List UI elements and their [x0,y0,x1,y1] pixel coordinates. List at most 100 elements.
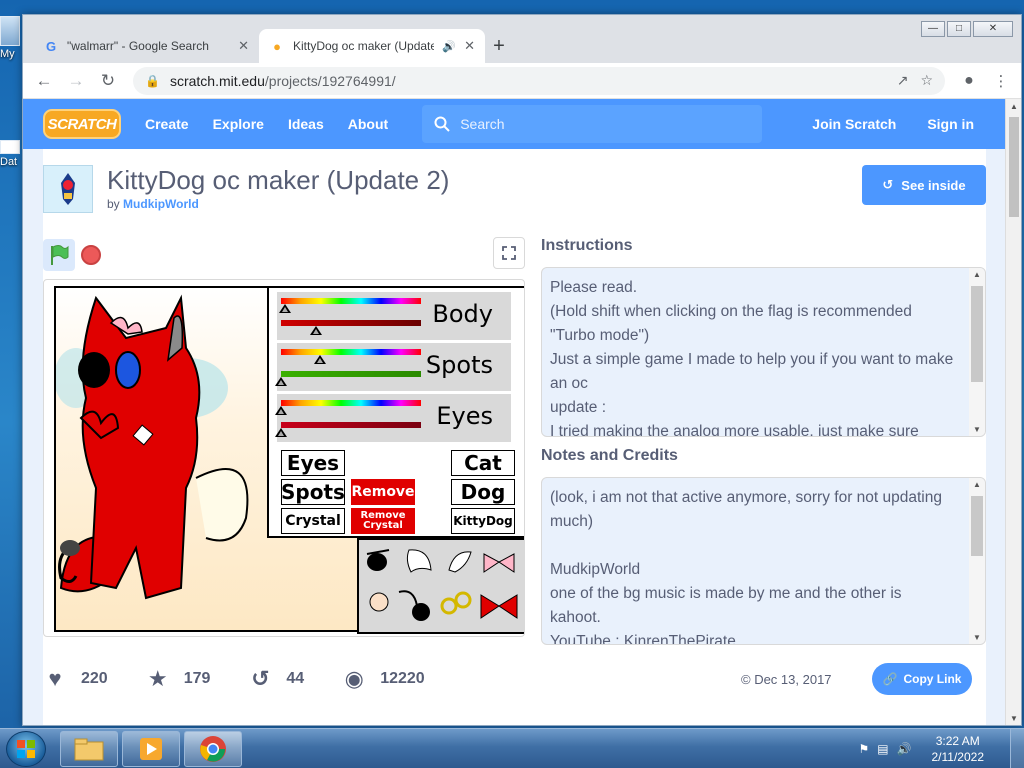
see-inside-button[interactable]: ↺ See inside [862,165,986,205]
tab-bar: G "walmarr" - Google Search ✕ ● KittyDog… [23,15,1021,63]
white-wings-icon[interactable] [448,551,472,573]
start-button[interactable] [6,731,46,767]
crystal-option-button[interactable]: Crystal [281,508,345,534]
forward-button[interactable]: → [63,68,89,94]
nav-about[interactable]: About [348,116,388,132]
desktop-icon-my-computer[interactable]: My [0,16,22,60]
sign-in-link[interactable]: Sign in [927,116,974,132]
cat-option-button[interactable]: Cat [451,450,515,476]
kittydog-option-button[interactable]: KittyDog [451,508,515,534]
shade-knob[interactable] [275,377,287,386]
eye-icon: ◉ [344,666,364,691]
notes-box[interactable]: (look, i am not that active anymore, sor… [541,477,986,645]
heart-icon[interactable]: ♥ [43,666,67,691]
share-icon[interactable]: ↗ [897,72,909,89]
green-flag-button[interactable] [43,239,75,271]
scrollbar-thumb[interactable] [1009,117,1019,217]
hue-knob[interactable] [279,304,292,313]
scroll-down-icon[interactable]: ▼ [969,425,985,434]
close-tab-icon[interactable]: ✕ [464,38,475,54]
red-bow-icon[interactable] [480,594,518,619]
back-button[interactable]: ← [31,68,57,94]
scroll-up-icon[interactable]: ▲ [1006,99,1021,115]
project-byline: by MudkipWorld [107,197,199,211]
love-stat[interactable]: ♥ 220 [43,666,107,691]
favorite-stat[interactable]: ★ 179 [146,666,211,691]
nav-create[interactable]: Create [145,116,189,132]
reload-button[interactable]: ↻ [95,68,121,94]
hue-knob[interactable] [314,355,327,364]
copy-link-button[interactable]: 🔗 Copy Link [872,663,972,695]
project-thumbnail[interactable] [43,165,93,213]
browser-menu-icon[interactable]: ⋮ [989,72,1013,90]
shade-knob[interactable] [310,326,322,335]
nav-explore[interactable]: Explore [213,116,264,132]
lock-icon[interactable]: 🔒 [145,74,160,88]
minimize-button[interactable]: — [921,21,945,37]
star-icon[interactable]: ★ [146,666,170,691]
stop-button[interactable] [81,245,101,265]
close-button[interactable]: ✕ [973,21,1013,37]
profile-avatar-icon[interactable]: ● [957,72,981,90]
scroll-down-icon[interactable]: ▼ [1006,711,1021,725]
tab-google-search[interactable]: G "walmarr" - Google Search ✕ [33,29,259,63]
scrollbar-thumb[interactable] [971,496,983,556]
instructions-scrollbar[interactable]: ▲ ▼ [969,268,985,436]
network-icon[interactable]: ▤ [877,742,888,756]
new-tab-button[interactable]: + [485,29,513,63]
spots-option-button[interactable]: Spots [281,479,345,505]
scratch-search[interactable] [422,105,763,143]
remove-button[interactable]: Remove [351,479,415,505]
kittydog-character-image[interactable] [56,288,266,628]
shade-track[interactable] [281,422,421,428]
project-stage[interactable]: Body Spots Eyes Eyes Spots Crystal Remov… [43,279,525,637]
maximize-button[interactable]: □ [947,21,971,37]
taskbar-media-player[interactable] [122,731,180,767]
glasses-icon[interactable] [440,591,472,615]
page-scrollbar[interactable]: ▲ ▼ [1005,99,1021,725]
hue-track[interactable] [281,400,421,406]
scratch-logo[interactable]: SCRATCH [43,109,121,139]
scroll-up-icon[interactable]: ▲ [969,270,985,279]
hue-track[interactable] [281,298,421,304]
shade-track[interactable] [281,371,421,377]
clock[interactable]: 3:22 AM 2/11/2022 [932,733,985,765]
show-desktop-button[interactable] [1010,729,1024,768]
eyes-option-button[interactable]: Eyes [281,450,345,476]
shade-track[interactable] [281,320,421,326]
action-center-flag-icon[interactable]: ⚑ [858,742,869,756]
hook-icon[interactable] [398,590,430,621]
scroll-down-icon[interactable]: ▼ [969,633,985,642]
dog-option-button[interactable]: Dog [451,479,515,505]
pink-bow-icon[interactable] [483,553,515,573]
audio-playing-icon[interactable]: 🔊 [442,40,456,53]
eyes-color-slider[interactable]: Eyes [275,394,511,442]
spots-color-slider[interactable]: Spots [275,343,511,391]
eyepatch-icon[interactable] [366,549,390,571]
join-scratch-link[interactable]: Join Scratch [812,116,896,132]
taskbar-chrome[interactable] [184,731,242,767]
hue-knob[interactable] [275,406,287,415]
scroll-up-icon[interactable]: ▲ [969,480,985,489]
body-color-slider[interactable]: Body [277,292,511,340]
fullscreen-button[interactable] [493,237,525,269]
desktop-icon-data[interactable]: Dat [0,140,22,168]
pacifier-icon[interactable] [369,592,389,612]
shade-knob[interactable] [275,428,287,437]
white-wing-icon[interactable] [406,549,432,573]
search-input[interactable] [460,116,741,132]
remove-crystal-button[interactable]: Remove Crystal [351,508,415,534]
address-bar[interactable]: 🔒 scratch.mit.edu/projects/192764991/ ↗ … [133,66,945,95]
author-link[interactable]: MudkipWorld [123,197,199,211]
nav-ideas[interactable]: Ideas [288,116,324,132]
taskbar-explorer[interactable] [60,731,118,767]
tab-scratch-project[interactable]: ● KittyDog oc maker (Update 2) 🔊 ✕ [259,29,485,63]
hue-track[interactable] [281,349,421,355]
scrollbar-thumb[interactable] [971,286,983,382]
instructions-box[interactable]: Please read. (Hold shift when clicking o… [541,267,986,437]
close-tab-icon[interactable]: ✕ [238,38,249,54]
volume-icon[interactable]: 🔊 [897,742,912,756]
notes-scrollbar[interactable]: ▲ ▼ [969,478,985,644]
bookmark-star-icon[interactable]: ☆ [920,72,933,89]
stage-canvas[interactable]: Body Spots Eyes Eyes Spots Crystal Remov… [54,286,524,634]
